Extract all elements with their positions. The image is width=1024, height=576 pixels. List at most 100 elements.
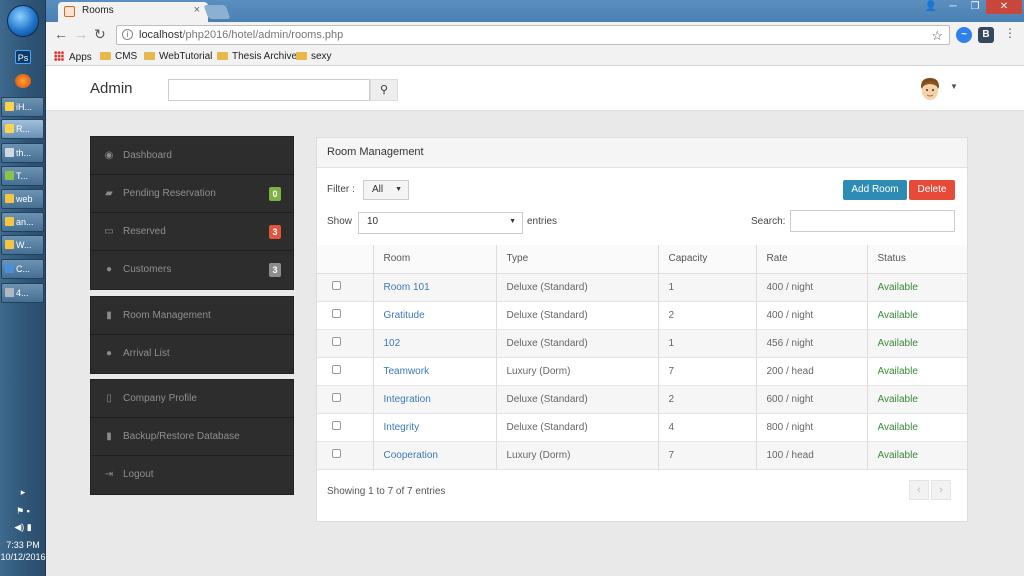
tray-icons[interactable]: ⚑ ▪ <box>0 506 46 517</box>
back-icon[interactable]: ← <box>54 26 68 42</box>
capacity-cell: 1 <box>658 329 757 358</box>
bookmark-star-icon[interactable]: ☆ <box>931 27 943 45</box>
column-header-status[interactable]: Status <box>867 245 967 274</box>
taskbar-button-4[interactable]: T... <box>1 166 44 186</box>
user-menu-caret-icon[interactable]: ▼ <box>950 82 958 91</box>
dashboard-icon: ◉ <box>104 150 114 161</box>
reload-icon[interactable]: ↻ <box>94 26 106 43</box>
add-room-button[interactable]: Add Room <box>843 180 907 200</box>
tray-expand-icon[interactable]: ▸ <box>0 487 46 498</box>
row-checkbox[interactable] <box>332 421 341 430</box>
room-link[interactable]: Teamwork <box>384 366 430 377</box>
taskbar-button-label: W... <box>16 240 32 250</box>
room-link[interactable]: Integration <box>384 394 431 405</box>
sidebar-item-company-profile[interactable]: ▯ Company Profile <box>91 380 293 418</box>
folder-icon <box>100 52 111 60</box>
status-cell: Available <box>867 441 967 470</box>
browser-toolbar: ← → ↻ i localhost/php2016/hotel/admin/ro… <box>46 22 1024 48</box>
taskbar-button-9[interactable]: 4... <box>1 283 44 303</box>
sidebar-item-dashboard[interactable]: ◉ Dashboard <box>91 137 293 175</box>
table-search-input[interactable] <box>790 210 955 232</box>
previous-page-button[interactable]: ‹ <box>909 480 929 500</box>
row-checkbox[interactable] <box>332 449 341 458</box>
folder-icon <box>144 52 155 60</box>
minimize-icon[interactable]: ─ <box>942 0 964 14</box>
photoshop-icon[interactable]: Ps <box>15 50 31 64</box>
column-header-type[interactable]: Type <box>496 245 659 274</box>
clock-date[interactable]: 10/12/2016 <box>0 552 46 562</box>
taskbar-button-8[interactable]: C... <box>1 259 44 279</box>
sidebar-item-arrival-list[interactable]: ● Arrival List <box>91 335 293 373</box>
sidebar-item-label: Arrival List <box>123 348 170 359</box>
row-checkbox[interactable] <box>332 281 341 290</box>
taskbar-button-2[interactable]: R... <box>1 119 44 139</box>
row-checkbox[interactable] <box>332 365 341 374</box>
room-link[interactable]: Integrity <box>384 422 420 433</box>
clock-time[interactable]: 7:33 PM <box>0 540 46 550</box>
volume-network-icon[interactable]: ◀) ▮ <box>0 522 46 533</box>
column-header-rate[interactable]: Rate <box>756 245 868 274</box>
search-button[interactable]: ⚲ <box>370 79 398 101</box>
table-row: 102 Deluxe (Standard) 1 456 / night Avai… <box>317 329 967 358</box>
sidebar-item-room-management[interactable]: ▮ Room Management <box>91 297 293 335</box>
row-checkbox[interactable] <box>332 337 341 346</box>
table-info: Showing 1 to 7 of 7 entries <box>327 486 446 497</box>
taskbar-button-6[interactable]: an... <box>1 212 44 232</box>
room-link[interactable]: Room 101 <box>384 282 430 293</box>
sidebar-item-reserved[interactable]: ▭ Reserved 3 <box>91 213 293 251</box>
delete-button[interactable]: Delete <box>909 180 955 200</box>
search-icon: ⚲ <box>379 84 389 96</box>
sidebar-item-customers[interactable]: ● Customers 3 <box>91 251 293 289</box>
search-input[interactable] <box>168 79 370 101</box>
sidebar-item-backup-restore[interactable]: ▮ Backup/Restore Database <box>91 418 293 456</box>
start-button[interactable] <box>7 5 39 37</box>
profile-icon[interactable]: 👤 <box>920 0 942 14</box>
app-icon <box>5 264 14 273</box>
bookmark-sexy[interactable]: sexy <box>296 51 332 62</box>
room-link[interactable]: 102 <box>384 338 401 349</box>
bookmark-cms[interactable]: CMS <box>100 51 137 62</box>
type-cell: Deluxe (Standard) <box>496 413 659 442</box>
sidebar-item-label: Customers <box>123 264 172 275</box>
next-page-button[interactable]: › <box>931 480 951 500</box>
page-size-select[interactable]: 10 ▼ <box>358 212 523 234</box>
rate-cell: 400 / night <box>756 301 868 330</box>
close-tab-icon[interactable]: × <box>194 4 200 16</box>
column-header-room[interactable]: Room <box>373 245 497 274</box>
capacity-cell: 2 <box>658 385 757 414</box>
taskbar-button-1[interactable]: iH... <box>1 97 44 117</box>
bookmark-webtutorial[interactable]: WebTutorial <box>144 51 212 62</box>
bookmark-thesis-archive[interactable]: Thesis Archive <box>217 51 297 62</box>
restore-icon[interactable]: ❐ <box>964 0 986 14</box>
new-tab-button[interactable] <box>203 5 231 19</box>
sidebar-item-pending-reservation[interactable]: ▰ Pending Reservation 0 <box>91 175 293 213</box>
menu-icon[interactable]: ⋮ <box>1004 26 1016 40</box>
tab-rooms[interactable]: Rooms × <box>58 2 208 22</box>
close-window-icon[interactable]: ✕ <box>986 0 1022 14</box>
url-path: /php2016/hotel/admin/rooms.php <box>182 29 344 41</box>
taskbar-button-3[interactable]: th... <box>1 143 44 163</box>
filter-select[interactable]: All ▼ <box>363 180 409 200</box>
forward-icon[interactable]: → <box>74 26 88 42</box>
row-checkbox[interactable] <box>332 309 341 318</box>
room-link[interactable]: Gratitude <box>384 310 425 321</box>
column-header-capacity[interactable]: Capacity <box>658 245 757 274</box>
messenger-extension-icon[interactable]: ~ <box>956 27 972 43</box>
top-navbar: Admin ⚲ ▼ <box>46 67 1024 111</box>
user-avatar-icon[interactable] <box>918 76 942 103</box>
row-checkbox[interactable] <box>332 393 341 402</box>
address-bar[interactable]: i localhost/php2016/hotel/admin/rooms.ph… <box>116 25 950 45</box>
taskbar-button-label: an... <box>16 217 34 227</box>
bookmark-label: WebTutorial <box>159 51 213 62</box>
type-cell: Deluxe (Standard) <box>496 273 659 302</box>
brand-title[interactable]: Admin <box>90 80 133 97</box>
firefox-icon[interactable] <box>15 74 31 88</box>
taskbar-button-5[interactable]: web <box>1 189 44 209</box>
b-extension-icon[interactable]: B <box>978 27 994 43</box>
bookmark-apps[interactable]: Apps <box>54 51 92 63</box>
info-icon[interactable]: i <box>122 29 133 40</box>
room-link[interactable]: Cooperation <box>384 450 438 461</box>
taskbar-button-7[interactable]: W... <box>1 235 44 255</box>
sidebar-item-logout[interactable]: ⇥ Logout <box>91 456 293 494</box>
status-cell: Available <box>867 413 967 442</box>
